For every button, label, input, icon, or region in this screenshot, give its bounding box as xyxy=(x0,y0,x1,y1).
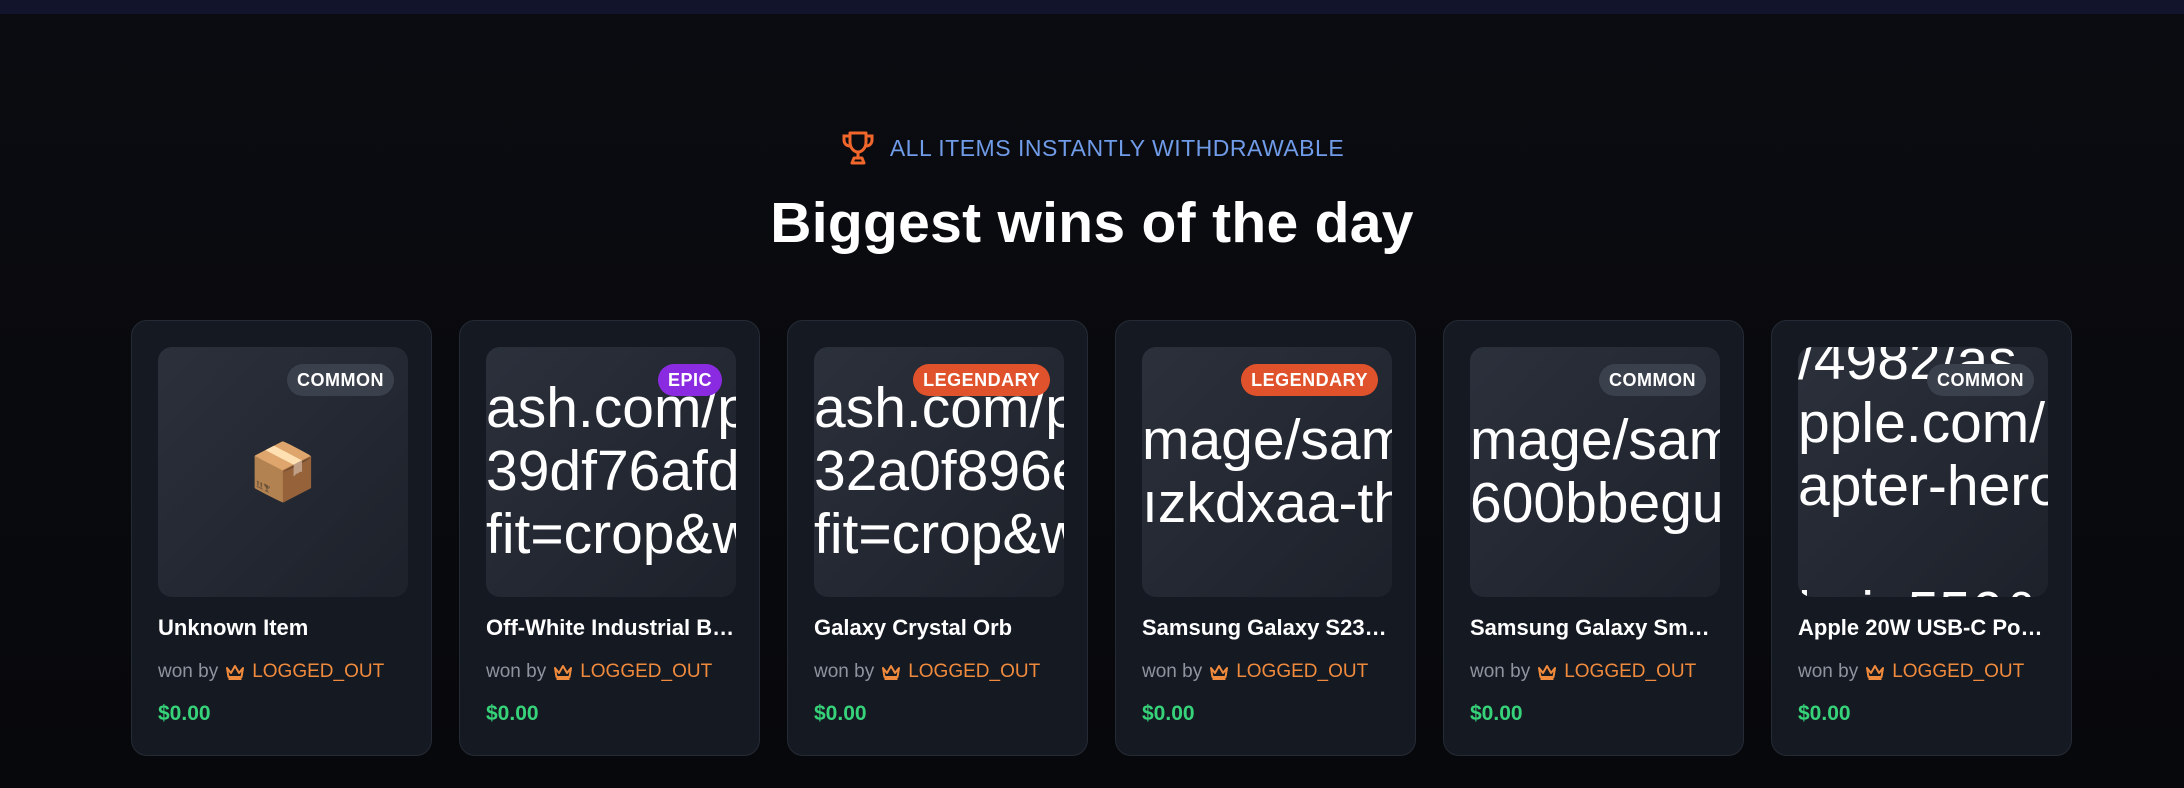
winner-line: won by LOGGED_OUT xyxy=(486,661,712,683)
trophy-icon xyxy=(840,129,876,167)
win-card[interactable]: /4982/aspple.com/isapter-herohei=556&COM… xyxy=(1771,320,2072,756)
win-card[interactable]: 📦 COMMON Unknown Item won by LOGGED_OUT $0.00 xyxy=(131,320,432,756)
item-name: Apple 20W USB-C Power Adapter xyxy=(1798,615,2048,640)
wins-card-row: 📦 COMMON Unknown Item won by LOGGED_OUT $0.00… xyxy=(131,320,2072,756)
winner-username[interactable]: LOGGED_OUT xyxy=(252,661,384,683)
win-card[interactable]: mage/sam600bbegus COMMON Samsung Galaxy Sm… xyxy=(1443,320,1744,756)
won-by-label: won by xyxy=(814,661,875,682)
item-name: Unknown Item xyxy=(158,615,309,640)
winner-line: won by LOGGED_OUT xyxy=(1142,661,1368,683)
item-price: $0.00 xyxy=(486,702,539,725)
winner-username[interactable]: LOGGED_OUT xyxy=(580,661,712,683)
rarity-badge: COMMON xyxy=(1927,364,2034,396)
alt-text-line xyxy=(1798,518,2048,581)
winner-line: won by LOGGED_OUT xyxy=(814,661,1040,683)
alt-text-line: apter-hero xyxy=(1798,454,2048,518)
win-card[interactable]: ash.com/p 32a0f896e fit=crop&w LEGENDARY Gal… xyxy=(787,320,1088,756)
win-card[interactable]: ash.com/p39df76afd3fit=crop&wEPIC Off-Whi… xyxy=(459,320,760,756)
section-title: Biggest wins of the day xyxy=(770,191,1414,255)
crown-icon xyxy=(553,664,573,680)
eyebrow-text: ALL ITEMS INSTANTLY WITHDRAWABLE xyxy=(889,134,1345,161)
item-name: Off-White Industrial Belt xyxy=(486,615,736,640)
winner-username[interactable]: LOGGED_OUT xyxy=(1892,661,2024,683)
won-by-label: won by xyxy=(1142,661,1203,682)
win-card[interactable]: mage/sam ızkdxaa-th LEGENDARY Samsung Galax… xyxy=(1115,320,1416,756)
won-by-label: won by xyxy=(1470,661,1531,682)
alt-text-line: hei=556& xyxy=(1798,581,2048,598)
alt-text-line: 600bbegus xyxy=(1470,471,1720,535)
crown-icon xyxy=(1537,664,1557,680)
alt-text-line: fit=crop&w xyxy=(486,502,736,566)
winner-username[interactable]: LOGGED_OUT xyxy=(1236,661,1368,683)
crown-icon xyxy=(1209,664,1229,680)
alt-text-line: mage/sam xyxy=(1470,409,1720,472)
item-price: $0.00 xyxy=(1798,702,1851,725)
rarity-badge: EPIC xyxy=(657,364,722,396)
eyebrow: ALL ITEMS INSTANTLY WITHDRAWABLE xyxy=(0,128,2184,168)
item-price: $0.00 xyxy=(158,702,211,725)
alt-text-line: fit=crop&w xyxy=(814,502,1064,566)
rarity-badge: COMMON xyxy=(287,364,394,396)
winner-line: won by LOGGED_OUT xyxy=(158,661,384,683)
item-name: Galaxy Crystal Orb xyxy=(814,615,1013,640)
winner-username[interactable]: LOGGED_OUT xyxy=(908,661,1040,683)
winner-username[interactable]: LOGGED_OUT xyxy=(1564,661,1696,683)
broken-image-alt-text: ash.com/p 32a0f896e fit=crop&w xyxy=(814,377,1064,566)
rarity-badge: LEGENDARY xyxy=(1241,364,1378,396)
alt-text-line: 32a0f896e xyxy=(814,439,1064,503)
alt-text-line: mage/sam xyxy=(1142,409,1392,472)
alt-text-line: pple.com/is xyxy=(1798,391,2048,455)
item-name: Samsung Galaxy S23 Ultra xyxy=(1142,615,1392,640)
won-by-label: won by xyxy=(486,661,547,682)
broken-image-alt-text: mage/sam ızkdxaa-th xyxy=(1142,409,1392,535)
crown-icon xyxy=(225,664,245,680)
alt-text-line: 39df76afd3 xyxy=(486,439,736,503)
item-price: $0.00 xyxy=(1470,702,1523,725)
winner-line: won by LOGGED_OUT xyxy=(1798,661,2024,683)
crown-icon xyxy=(1865,664,1885,680)
item-name: Samsung Galaxy Smart Tag xyxy=(1470,615,1720,640)
rarity-badge: LEGENDARY xyxy=(913,364,1050,396)
rarity-badge: COMMON xyxy=(1599,364,1706,396)
item-price: $0.00 xyxy=(814,702,867,725)
broken-image-alt-text: ash.com/p39df76afd3fit=crop&w xyxy=(486,377,736,566)
won-by-label: won by xyxy=(1798,661,1859,682)
broken-image-alt-text: mage/sam600bbegus xyxy=(1470,409,1720,535)
won-by-label: won by xyxy=(158,661,219,682)
winner-line: won by LOGGED_OUT xyxy=(1470,661,1696,683)
item-price: $0.00 xyxy=(1142,702,1195,725)
alt-text-line: ızkdxaa-th xyxy=(1142,471,1392,535)
top-nav-strip xyxy=(0,0,2184,14)
crown-icon xyxy=(881,664,901,680)
